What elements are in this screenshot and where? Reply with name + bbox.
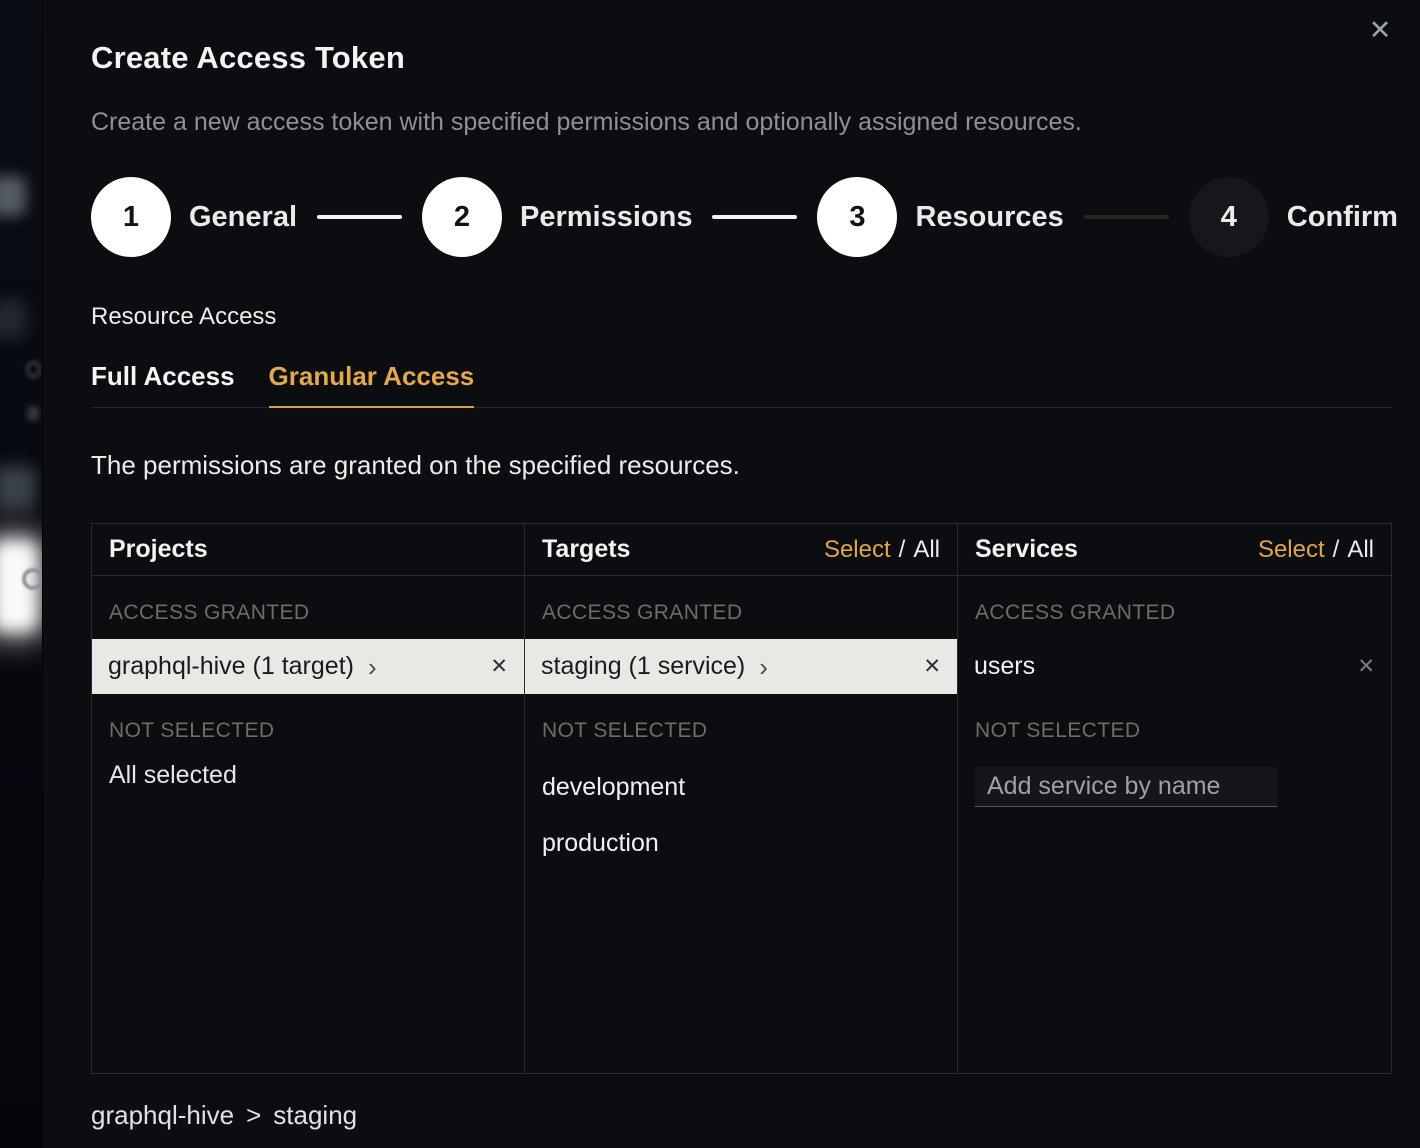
- column-projects: Projects ACCESS GRANTED graphql-hive (1 …: [92, 524, 525, 1073]
- granted-target-row[interactable]: staging (1 service) › ✕: [525, 639, 957, 694]
- step-connector: [317, 215, 402, 219]
- modal-subtitle: Create a new access token with specified…: [91, 108, 1392, 137]
- blurred-ring-icon: [22, 568, 42, 590]
- tab-granular-access[interactable]: Granular Access: [269, 361, 475, 408]
- step-label: General: [189, 201, 297, 234]
- granular-access-description: The permissions are granted on the speci…: [91, 450, 1392, 481]
- step-label: Confirm: [1287, 201, 1398, 234]
- granted-target-label: staging (1 service): [541, 652, 745, 681]
- projects-all-selected-note: All selected: [109, 761, 507, 790]
- access-granted-label: ACCESS GRANTED: [542, 601, 940, 625]
- not-selected-label: NOT SELECTED: [109, 719, 507, 743]
- target-item-production[interactable]: production: [525, 815, 957, 871]
- step-indicator: 1: [91, 177, 171, 257]
- column-title: Targets: [542, 535, 630, 564]
- step-label: Resources: [915, 201, 1063, 234]
- breadcrumb-target: staging: [273, 1100, 357, 1131]
- column-services: Services Select / All ACCESS GRANTED use…: [958, 524, 1391, 1073]
- add-service-input[interactable]: [975, 767, 1277, 807]
- blurred-glyph: [26, 361, 41, 378]
- services-header: Services Select / All: [958, 524, 1391, 576]
- column-title: Services: [975, 535, 1078, 564]
- chevron-right-icon: ›: [759, 654, 768, 680]
- target-item-development[interactable]: development: [525, 759, 957, 815]
- step-general[interactable]: 1 General: [91, 177, 297, 257]
- resource-picker-table: Projects ACCESS GRANTED graphql-hive (1 …: [91, 523, 1392, 1074]
- wizard-stepper: 1 General 2 Permissions 3 Resources 4 Co…: [91, 177, 1392, 257]
- close-icon[interactable]: ✕: [1362, 12, 1398, 48]
- create-access-token-modal: ✕ Create Access Token Create a new acces…: [42, 0, 1420, 1148]
- breadcrumb-project: graphql-hive: [91, 1100, 234, 1131]
- select-all-divider: /: [1333, 536, 1340, 564]
- projects-header: Projects: [92, 524, 524, 576]
- not-selected-label: NOT SELECTED: [975, 719, 1374, 743]
- step-permissions[interactable]: 2 Permissions: [422, 177, 692, 257]
- remove-target-icon[interactable]: ✕: [923, 654, 941, 679]
- access-granted-label: ACCESS GRANTED: [975, 601, 1374, 625]
- blurred-avatar: [0, 176, 26, 216]
- step-indicator: 3: [817, 177, 897, 257]
- remove-service-icon[interactable]: ✕: [1357, 654, 1375, 679]
- blurred-glyph: [27, 406, 39, 421]
- targets-all-link[interactable]: All: [913, 536, 940, 564]
- modal-title: Create Access Token: [91, 40, 1392, 76]
- services-all-link[interactable]: All: [1347, 536, 1374, 564]
- not-selected-label: NOT SELECTED: [542, 719, 940, 743]
- targets-select-links: Select / All: [824, 536, 940, 564]
- tab-full-access[interactable]: Full Access: [91, 361, 235, 408]
- services-select-links: Select / All: [1258, 536, 1374, 564]
- select-all-divider: /: [899, 536, 906, 564]
- column-title: Projects: [109, 535, 208, 564]
- step-connector: [1084, 215, 1169, 219]
- breadcrumb-separator: >: [246, 1100, 261, 1131]
- chevron-right-icon: ›: [368, 654, 377, 680]
- granted-project-label: graphql-hive (1 target): [108, 652, 354, 681]
- step-indicator: 2: [422, 177, 502, 257]
- granted-service-label: users: [974, 652, 1035, 681]
- remove-project-icon[interactable]: ✕: [490, 654, 508, 679]
- resource-access-heading: Resource Access: [91, 303, 1392, 331]
- granted-service-row: users ✕: [958, 639, 1391, 694]
- granted-project-row[interactable]: graphql-hive (1 target) › ✕: [92, 639, 524, 694]
- access-mode-tabs: Full Access Granular Access: [91, 361, 1392, 408]
- targets-select-link[interactable]: Select: [824, 536, 891, 564]
- blurred-text-block: [0, 300, 26, 338]
- column-targets: Targets Select / All ACCESS GRANTED stag…: [525, 524, 958, 1073]
- step-indicator: 4: [1189, 177, 1269, 257]
- targets-header: Targets Select / All: [525, 524, 957, 576]
- step-label: Permissions: [520, 201, 692, 234]
- step-connector: [712, 215, 797, 219]
- step-resources[interactable]: 3 Resources: [817, 177, 1063, 257]
- services-select-link[interactable]: Select: [1258, 536, 1325, 564]
- access-granted-label: ACCESS GRANTED: [109, 601, 507, 625]
- blurred-folder-icon: [0, 466, 36, 510]
- breadcrumb: graphql-hive > staging: [91, 1100, 1392, 1131]
- page-behind-overlay: [0, 0, 42, 1148]
- step-confirm[interactable]: 4 Confirm: [1189, 177, 1398, 257]
- targets-unselected-list: development production: [525, 759, 957, 871]
